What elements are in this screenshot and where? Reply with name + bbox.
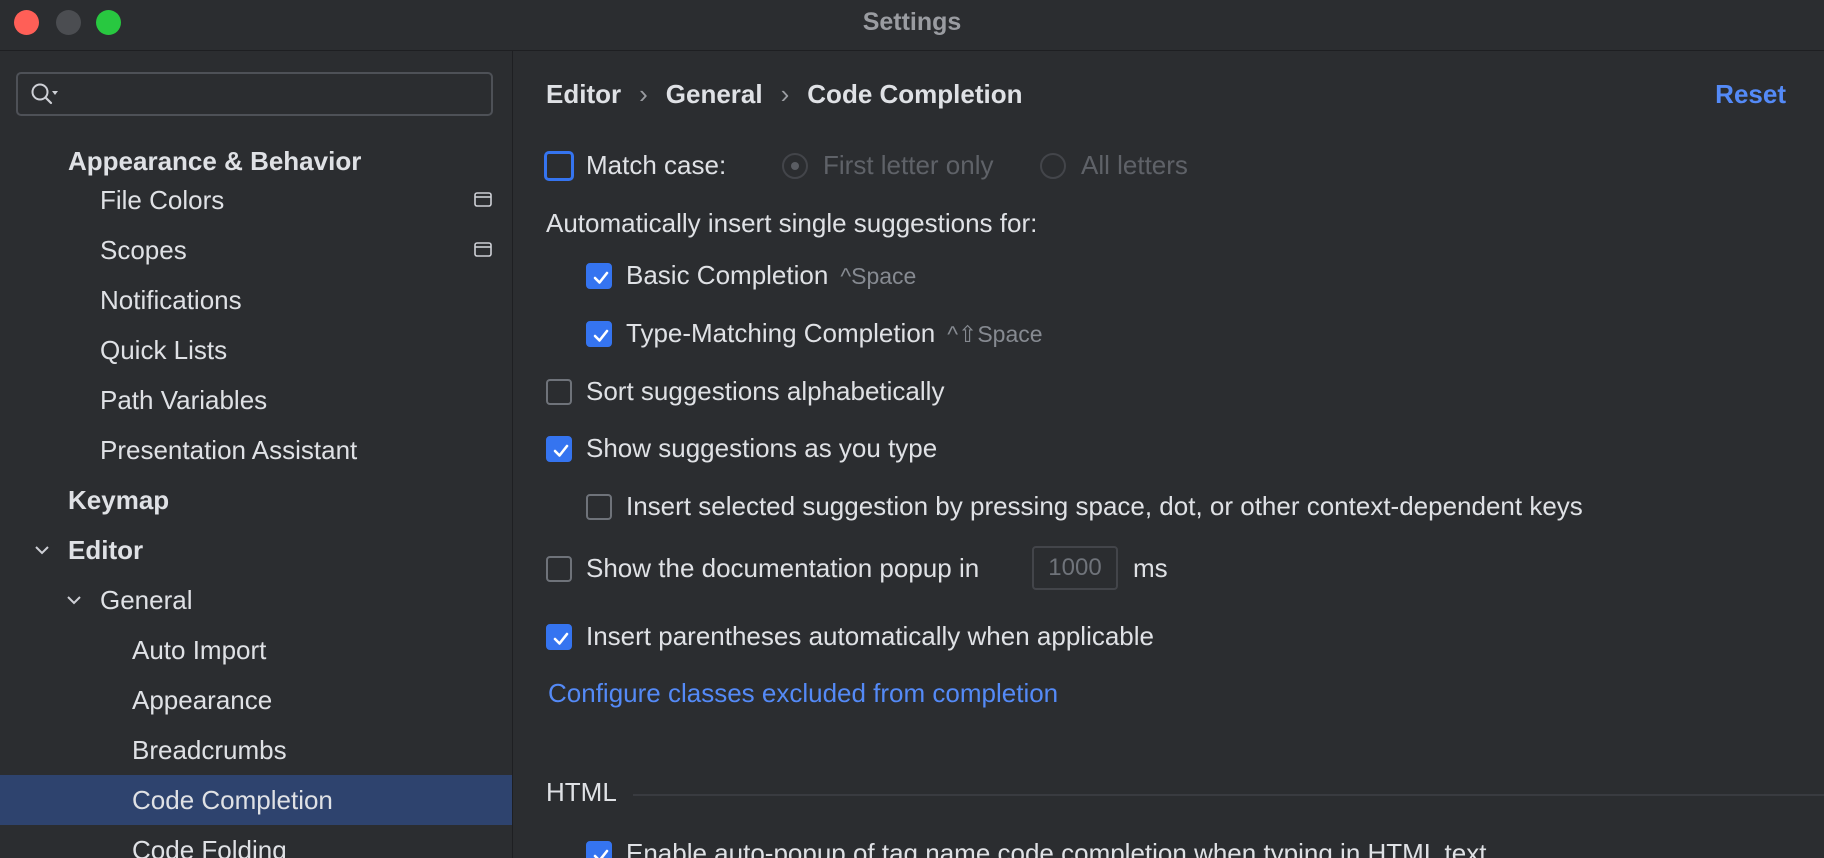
sidebar-item-label: Quick Lists <box>100 335 228 365</box>
basic-completion-shortcut: ^Space <box>840 263 917 289</box>
breadcrumb-item-editor[interactable]: Editor <box>546 79 621 109</box>
checkmark-icon <box>553 444 569 457</box>
sidebar-item-keymap[interactable]: Keymap <box>0 476 512 524</box>
insert-parens-label[interactable]: Insert parentheses automatically when ap… <box>586 616 1154 656</box>
checkmark-icon <box>593 329 609 342</box>
sidebar-item-notifications[interactable]: Notifications <box>0 276 512 324</box>
show-as-type-row: Show suggestions as you type <box>546 428 1446 468</box>
settings-sidebar: Appearance & Behavior File Colors Scopes… <box>0 51 513 858</box>
html-auto-popup-row: Enable auto-popup of tag name code compl… <box>586 833 1786 858</box>
sidebar-item-label: Auto Import <box>132 635 267 665</box>
type-matching-text[interactable]: Type-Matching Completion ^⇧Space <box>626 313 1043 354</box>
type-matching-checkbox[interactable] <box>586 321 612 347</box>
sort-alpha-label[interactable]: Sort suggestions alphabetically <box>586 371 944 411</box>
type-matching-row: Type-Matching Completion ^⇧Space <box>586 313 1486 353</box>
basic-completion-checkbox[interactable] <box>586 263 612 289</box>
checkmark-icon <box>553 632 569 645</box>
insert-selected-row: Insert selected suggestion by pressing s… <box>586 486 1786 526</box>
sidebar-item-code-completion[interactable]: Code Completion <box>0 775 512 825</box>
title-bar: Settings <box>0 0 1824 51</box>
auto-insert-heading: Automatically insert single suggestions … <box>546 208 1038 238</box>
sidebar-item-label: General <box>100 585 193 615</box>
sidebar-item-auto-import[interactable]: Auto Import <box>0 626 512 674</box>
sidebar-item-editor[interactable]: Editor <box>0 526 512 574</box>
settings-window: Settings Appearance & Behavior File Colo… <box>0 0 1824 858</box>
search-icon[interactable] <box>30 82 60 106</box>
breadcrumb-item-general[interactable]: General <box>666 79 763 109</box>
breadcrumb-separator-icon: › <box>639 79 648 109</box>
insert-parens-checkbox[interactable] <box>546 624 572 650</box>
reset-link[interactable]: Reset <box>1715 79 1786 110</box>
all-letters-label[interactable]: All letters <box>1081 145 1188 185</box>
type-matching-label[interactable]: Type-Matching Completion <box>626 318 935 348</box>
sidebar-item-breadcrumbs[interactable]: Breadcrumbs <box>0 726 512 774</box>
doc-popup-checkbox[interactable] <box>546 556 572 582</box>
sidebar-item-file-colors[interactable]: File Colors <box>0 176 512 224</box>
sidebar-item-label: Notifications <box>100 285 242 315</box>
sidebar-item-label: Path Variables <box>100 385 268 415</box>
show-as-type-label[interactable]: Show suggestions as you type <box>586 428 937 468</box>
chevron-down-icon[interactable] <box>65 591 83 609</box>
html-auto-popup-label[interactable]: Enable auto-popup of tag name code compl… <box>626 833 1486 858</box>
checkmark-icon <box>593 271 609 284</box>
basic-completion-label[interactable]: Basic Completion <box>626 260 828 290</box>
sidebar-item-quick-lists[interactable]: Quick Lists <box>0 326 512 374</box>
show-as-type-checkbox[interactable] <box>546 436 572 462</box>
section-divider <box>633 794 1824 796</box>
all-letters-radio[interactable] <box>1040 153 1066 179</box>
html-auto-popup-checkbox[interactable] <box>586 841 612 858</box>
sidebar-item-presentation-assistant[interactable]: Presentation Assistant <box>0 426 512 474</box>
type-matching-shortcut: ^⇧Space <box>947 321 1043 347</box>
sidebar-item-label: Breadcrumbs <box>132 735 287 765</box>
project-level-icon <box>474 192 492 207</box>
insert-parens-row: Insert parentheses automatically when ap… <box>546 616 1446 656</box>
doc-popup-delay-field[interactable]: 1000 <box>1032 546 1118 590</box>
doc-popup-row: Show the documentation popup in 1000 ms <box>546 546 1446 592</box>
breadcrumb: Editor › General › Code Completion <box>546 79 1023 110</box>
sidebar-item-code-folding[interactable]: Code Folding <box>0 826 512 858</box>
checkmark-icon <box>593 849 609 858</box>
sidebar-item-label: Keymap <box>68 485 170 515</box>
configure-excluded-classes-link[interactable]: Configure classes excluded from completi… <box>548 673 1058 713</box>
sidebar-item-scopes[interactable]: Scopes <box>0 226 512 274</box>
doc-popup-label[interactable]: Show the documentation popup in <box>586 548 979 588</box>
sidebar-item-path-variables[interactable]: Path Variables <box>0 376 512 424</box>
project-level-icon <box>474 242 492 257</box>
match-case-label[interactable]: Match case: <box>586 145 726 185</box>
basic-completion-text[interactable]: Basic Completion ^Space <box>626 255 916 296</box>
sidebar-item-label: Code Completion <box>132 785 333 815</box>
settings-search-box[interactable] <box>16 72 493 116</box>
sidebar-item-label: Code Folding <box>132 835 287 858</box>
sidebar-item-label: Presentation Assistant <box>100 435 358 465</box>
doc-popup-unit: ms <box>1133 553 1168 583</box>
chevron-down-icon[interactable] <box>33 541 51 559</box>
first-letter-only-label[interactable]: First letter only <box>823 145 994 185</box>
sort-alpha-row: Sort suggestions alphabetically <box>546 371 1446 411</box>
first-letter-only-radio[interactable] <box>782 153 808 179</box>
breadcrumb-separator-icon: › <box>780 79 790 109</box>
sidebar-item-appearance[interactable]: Appearance <box>0 676 512 724</box>
sidebar-item-label: File Colors <box>100 185 225 215</box>
html-section-title: HTML <box>546 777 617 807</box>
sidebar-item-general[interactable]: General <box>0 576 512 624</box>
match-case-checkbox[interactable] <box>544 151 574 181</box>
insert-selected-checkbox[interactable] <box>586 494 612 520</box>
settings-search-input[interactable] <box>68 80 482 110</box>
settings-content: Editor › General › Code Completion Reset Mat… <box>513 51 1824 858</box>
window-title: Settings <box>862 8 962 36</box>
basic-completion-row: Basic Completion ^Space <box>586 255 1386 295</box>
sort-alpha-checkbox[interactable] <box>546 379 572 405</box>
sidebar-item-label: Scopes <box>100 235 187 265</box>
match-case-row: Match case: First letter only All letter… <box>543 145 1743 185</box>
insert-selected-label[interactable]: Insert selected suggestion by pressing s… <box>626 486 1583 526</box>
sidebar-item-label: Editor <box>68 535 144 565</box>
breadcrumb-item-code-completion: Code Completion <box>807 79 1023 109</box>
sidebar-item-label: Appearance <box>132 685 273 715</box>
